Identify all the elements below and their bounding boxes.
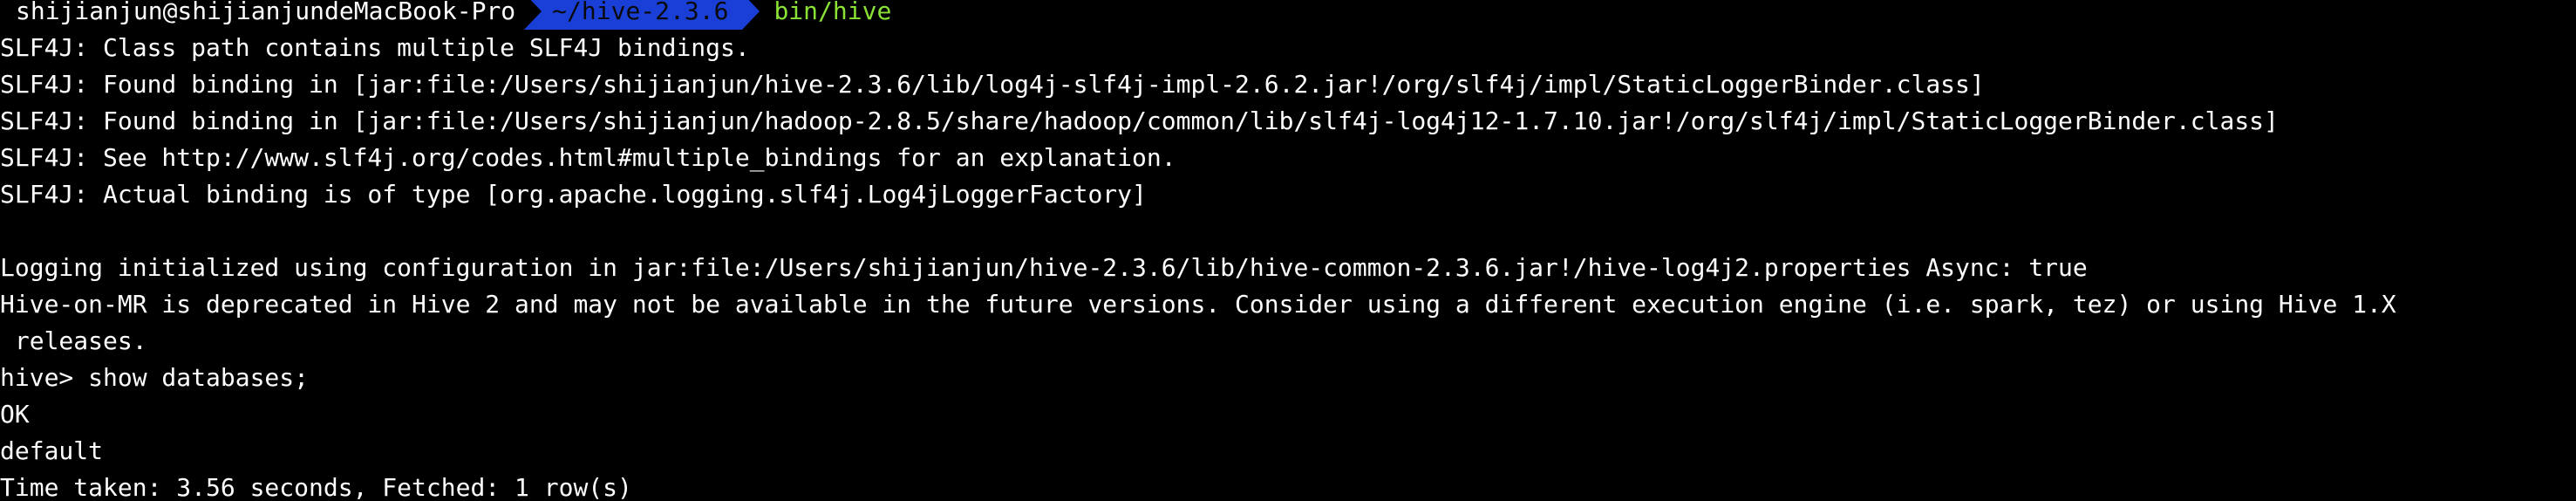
output-line: SLF4J: Found binding in [jar:file:/Users… [0,106,2279,135]
output-line: SLF4J: Actual binding is of type [org.ap… [0,180,1147,209]
hive-command-line: hive> show databases; [0,363,310,392]
output-line: Logging initialized using configuration … [0,253,2088,282]
prompt-user-host: shijianjun@shijianjundeMacBook-Pro [0,0,525,30]
output-line: Time taken: 3.56 seconds, Fetched: 1 row… [0,473,632,501]
prompt-directory: ~/hive-2.3.6 [542,0,743,30]
output-line: default [0,436,104,465]
prompt-separator-arrow [524,0,542,30]
output-line: OK [0,400,30,429]
output-line: SLF4J: See http://www.slf4j.org/codes.ht… [0,143,1176,172]
output-line: releases. [0,326,147,355]
output-line: SLF4J: Found binding in [jar:file:/Users… [0,70,1985,99]
terminal-window[interactable]: shijianjun@shijianjundeMacBook-Pro ~/hiv… [0,0,2576,501]
output-line: SLF4J: Class path contains multiple SLF4… [0,33,750,62]
output-line: Hive-on-MR is deprecated in Hive 2 and m… [0,290,2396,319]
prompt-command: bin/hive [773,0,892,25]
prompt-separator-arrow [742,0,760,30]
shell-prompt: shijianjun@shijianjundeMacBook-Pro ~/hiv… [0,0,891,30]
